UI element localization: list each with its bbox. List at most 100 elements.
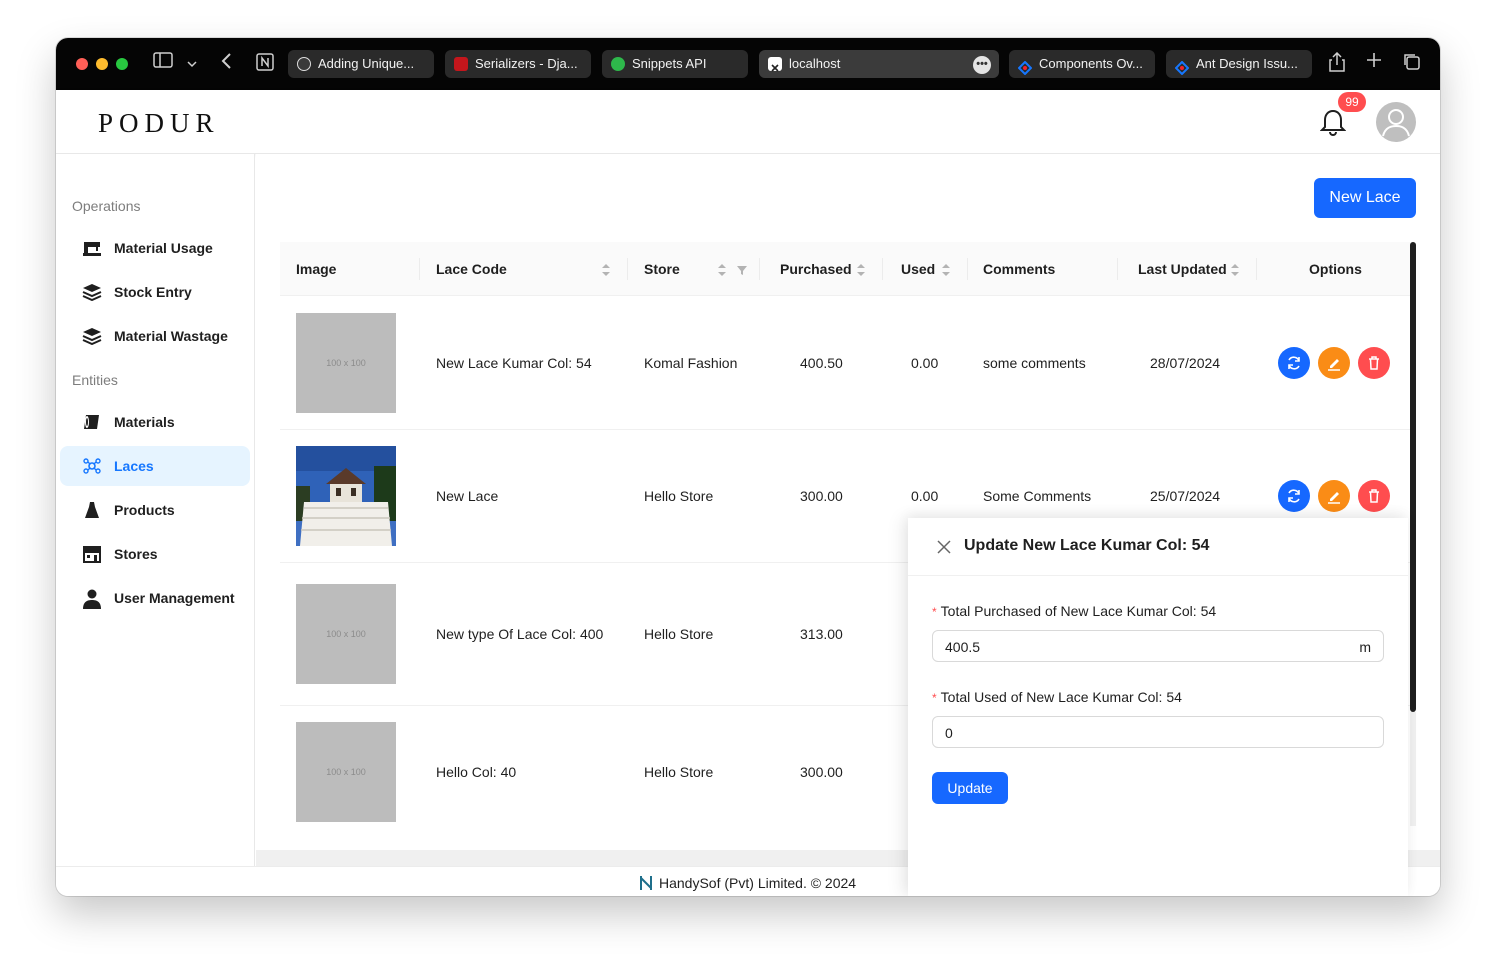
total-used-value: 0 xyxy=(945,725,953,741)
bell-icon[interactable] xyxy=(1319,108,1347,137)
sidebar-item-laces[interactable]: Laces xyxy=(60,446,250,486)
table-header: Image Lace Code Store Purchased Used Com… xyxy=(280,242,1416,296)
tab-localhost[interactable]: localhost ••• xyxy=(759,50,999,78)
sidebar-item-stores[interactable]: Stores xyxy=(60,534,250,574)
tab-label: Ant Design Issu... xyxy=(1196,56,1298,71)
fabric-roll-icon xyxy=(82,413,102,431)
purchased-cell: 313.00 xyxy=(800,626,843,642)
avatar[interactable] xyxy=(1376,102,1416,142)
filter-icon[interactable] xyxy=(736,263,748,277)
user-icon xyxy=(82,589,102,609)
used-field-label: * Total Used of New Lace Kumar Col: 54 xyxy=(932,689,1182,705)
edit-button[interactable] xyxy=(1318,480,1350,512)
sync-button[interactable] xyxy=(1278,480,1310,512)
tab-overview-icon[interactable] xyxy=(1400,52,1422,76)
sort-icon[interactable] xyxy=(717,263,727,277)
delete-button[interactable] xyxy=(1358,347,1390,379)
unit-suffix: m xyxy=(1359,639,1371,655)
store-cell: Hello Store xyxy=(644,764,714,780)
sidebar-item-user-management[interactable]: User Management xyxy=(60,578,250,618)
delete-button[interactable] xyxy=(1358,480,1390,512)
column-divider xyxy=(759,258,760,280)
column-header-store[interactable]: Store xyxy=(644,242,680,296)
sort-icon[interactable] xyxy=(941,263,951,277)
lace-code-cell: New Lace xyxy=(436,488,499,504)
update-button[interactable]: Update xyxy=(932,772,1008,804)
column-header-comments: Comments xyxy=(983,261,1056,277)
tab-snippets-api[interactable]: Snippets API xyxy=(602,50,748,78)
lace-code-cell: New Lace Kumar Col: 54 xyxy=(436,355,592,371)
column-header-image: Image xyxy=(296,261,337,277)
back-arrow-icon[interactable] xyxy=(216,52,236,76)
drawer-header: Update New Lace Kumar Col: 54 xyxy=(908,518,1408,576)
ant-design-icon xyxy=(1017,57,1033,76)
trash-icon xyxy=(1369,489,1379,503)
update-drawer: Update New Lace Kumar Col: 54 * Total Pur… xyxy=(908,518,1408,896)
sidebar-toggle-icon[interactable] xyxy=(152,52,174,76)
tab-ant-design-issues[interactable]: Ant Design Issu... xyxy=(1166,50,1312,78)
more-icon[interactable]: ••• xyxy=(973,56,991,74)
dress-icon xyxy=(82,501,102,519)
lace-icon xyxy=(82,457,102,475)
edit-button[interactable] xyxy=(1318,347,1350,379)
minimize-window-button[interactable] xyxy=(96,58,108,70)
comments-cell: Some Comments xyxy=(983,488,1092,504)
sort-icon[interactable] xyxy=(856,263,866,277)
close-window-button[interactable] xyxy=(76,58,88,70)
column-header-last-updated[interactable]: Last Updated xyxy=(1138,242,1227,296)
notion-icon[interactable] xyxy=(254,52,276,76)
lace-code-cell: Hello Col: 40 xyxy=(436,764,517,780)
total-used-input[interactable]: 0 xyxy=(932,716,1384,748)
tab-components-overview[interactable]: Components Ov... xyxy=(1009,50,1155,78)
last-updated-cell: 28/07/2024 xyxy=(1150,355,1221,371)
footer-copyright: HandySof (Pvt) Limited. © 2024 xyxy=(659,875,857,891)
sidebar-item-label: Materials xyxy=(114,414,175,430)
column-header-lace-code[interactable]: Lace Code xyxy=(436,242,507,296)
total-purchased-input[interactable]: 400.5 m xyxy=(932,630,1384,662)
column-divider xyxy=(1117,258,1118,280)
sync-icon xyxy=(1288,489,1300,503)
sidebar-item-materials[interactable]: Materials xyxy=(60,402,250,442)
column-header-options: Options xyxy=(1309,261,1362,277)
table-scrollbar-track[interactable] xyxy=(1410,712,1416,826)
chevron-down-icon[interactable] xyxy=(184,52,200,76)
column-divider xyxy=(1256,258,1257,280)
podur-logo[interactable]: PODUR xyxy=(98,108,220,139)
purchased-field-label: * Total Purchased of New Lace Kumar Col: … xyxy=(932,603,1216,619)
column-header-used[interactable]: Used xyxy=(901,242,935,296)
tab-adding-unique[interactable]: Adding Unique... xyxy=(288,50,434,78)
drawer-title: Update New Lace Kumar Col: 54 xyxy=(964,537,1210,554)
sidebar-item-label: Products xyxy=(114,502,175,518)
openai-icon xyxy=(297,57,311,71)
sidebar-item-products[interactable]: Products xyxy=(60,490,250,530)
store-cell: Komal Fashion xyxy=(644,355,738,371)
column-divider xyxy=(882,258,883,280)
sidebar-item-material-wastage[interactable]: Material Wastage xyxy=(60,316,250,356)
tab-label: localhost xyxy=(789,56,841,71)
trash-icon xyxy=(1369,356,1379,370)
edit-icon xyxy=(1328,492,1340,504)
sidebar-group-entities: Entities xyxy=(72,372,118,388)
close-icon[interactable] xyxy=(936,539,952,555)
column-header-purchased[interactable]: Purchased xyxy=(780,242,852,296)
new-lace-button[interactable]: New Lace xyxy=(1314,178,1416,218)
ant-design-icon xyxy=(1174,57,1190,76)
table-scrollbar-thumb[interactable] xyxy=(1410,242,1416,712)
sidebar-item-material-usage[interactable]: Material Usage xyxy=(60,228,250,268)
sidebar-item-stock-entry[interactable]: Stock Entry xyxy=(60,272,250,312)
maximize-window-button[interactable] xyxy=(116,58,128,70)
sync-button[interactable] xyxy=(1278,347,1310,379)
comments-cell: some comments xyxy=(983,355,1086,371)
share-icon[interactable] xyxy=(1326,51,1348,76)
localhost-icon xyxy=(768,57,782,72)
sort-icon[interactable] xyxy=(601,263,611,277)
sort-icon[interactable] xyxy=(1230,263,1240,277)
browser-window: Adding Unique... Serializers - Dja... Sn… xyxy=(56,38,1440,896)
sewing-machine-icon xyxy=(82,239,102,257)
new-tab-icon[interactable] xyxy=(1364,52,1384,76)
tab-serializers[interactable]: Serializers - Dja... xyxy=(445,50,591,78)
purchased-cell: 400.50 xyxy=(800,355,843,371)
placeholder-image: 100 x 100 xyxy=(296,313,396,413)
tab-label: Snippets API xyxy=(632,56,707,71)
sync-icon xyxy=(1288,356,1300,370)
